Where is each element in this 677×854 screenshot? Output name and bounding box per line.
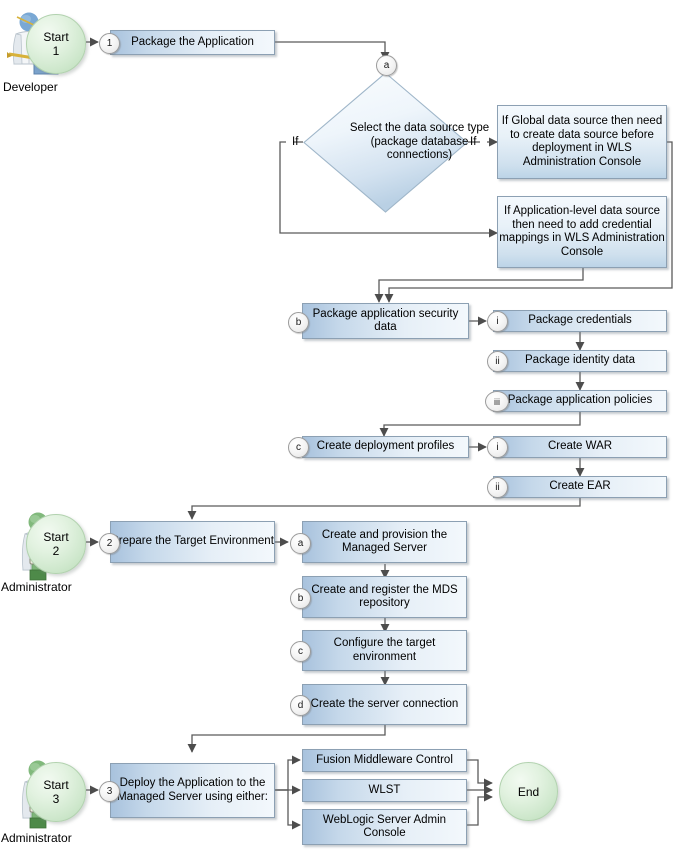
end-circle[interactable]: End [499,762,558,821]
note-global-data-source[interactable]: If Global data source then need to creat… [497,105,667,179]
profiles-sub-i-marker: i [487,437,508,458]
security-sub-ii-marker-label: ii [495,355,500,367]
start-1-circle[interactable]: Start 1 [26,14,86,74]
option-fusion-middleware-control-text: Fusion Middleware Control [316,753,453,766]
security-sub-iii-marker: iii [485,391,509,412]
security-sub-i-text: Package credentials [528,314,632,327]
step2-sub-d-marker: d [290,695,311,716]
option-weblogic-server-admin-console-text: WebLogic Server Admin Console [322,813,447,840]
start-2-label: Start [43,530,69,544]
note-global-data-source-text: If Global data source then need to creat… [501,115,663,168]
step-deploy-the-application[interactable]: Deploy the Application to the Managed Se… [110,763,275,818]
step-create-war[interactable]: Create WAR [493,436,667,458]
step-create-the-server-connection[interactable]: Create the server connection [302,684,467,725]
step-b-marker-label: b [295,316,302,328]
step2-sub-b-marker-label: b [297,592,304,604]
step-b-marker: b [288,312,309,333]
administrator-2-role-label: Administrator [1,580,72,594]
option-fusion-middleware-control[interactable]: Fusion Middleware Control [302,749,467,772]
end-label: End [517,784,540,799]
start-1-label: Start [43,30,69,44]
step-create-deployment-profiles[interactable]: Create deployment profiles [302,436,469,458]
step-package-credentials[interactable]: Package credentials [493,310,667,332]
step2-sub-b-text: Create and register the MDS repository [311,583,458,610]
security-sub-iii-text: Package application policies [507,394,653,407]
step2-sub-a-marker: a [290,533,311,554]
security-sub-ii-marker: ii [487,351,508,372]
step-1-marker: 1 [99,33,120,54]
decision-marker-label: a [383,59,390,71]
profiles-sub-ii-marker: ii [487,477,508,498]
step2-sub-d-text: Create the server connection [310,697,459,710]
step2-sub-a-text: Create and provision the Managed Server [321,528,448,555]
start-3-label: Start [43,778,69,792]
step-create-ear[interactable]: Create EAR [493,476,667,498]
profiles-sub-i-marker-label: i [496,441,499,453]
start-3-number: 3 [52,792,60,806]
option-wlst[interactable]: WLST [302,779,467,802]
developer-role-label: Developer [3,80,58,94]
note-application-level-data-source[interactable]: If Application-level data source then ne… [497,196,667,268]
step-configure-the-target-environment[interactable]: Configure the target environment [302,630,467,671]
step-3-marker-label: 3 [106,785,113,797]
start-2-circle[interactable]: Start 2 [26,514,86,574]
step2-sub-c-marker: c [290,641,311,662]
step-2-text: Prepare the Target Environment [111,535,274,548]
step-c-marker: c [288,437,309,458]
step-1-text: Package the Application [131,35,254,48]
step-3-text: Deploy the Application to the Managed Se… [117,777,268,803]
step-3-marker: 3 [99,781,120,802]
step-prepare-the-target-environment[interactable]: Prepare the Target Environment [110,521,275,563]
step2-sub-b-marker: b [290,588,311,609]
step-package-the-application[interactable]: Package the Application [110,30,275,55]
option-wlst-text: WLST [368,783,401,796]
profiles-sub-ii-text: Create EAR [549,480,611,493]
step-c-marker-label: c [296,441,301,453]
profiles-sub-ii-marker-label: ii [495,481,500,493]
step-create-and-register-mds-repository[interactable]: Create and register the MDS repository [302,576,467,618]
start-2-number: 2 [52,544,60,558]
step-1-marker-label: 1 [106,37,113,49]
step2-sub-c-text: Configure the target environment [333,637,436,663]
option-weblogic-server-admin-console[interactable]: WebLogic Server Admin Console [302,809,467,845]
branch-label-right: If [470,136,477,148]
step-create-and-provision-managed-server[interactable]: Create and provision the Managed Server [302,521,467,563]
step-package-application-policies[interactable]: Package application policies [493,390,667,412]
security-sub-ii-text: Package identity data [525,354,635,367]
decision-marker: a [376,55,397,76]
security-sub-i-marker-label: i [496,315,499,327]
security-sub-iii-marker-label: iii [494,396,500,407]
step-package-application-security-data[interactable]: Package application security data [302,303,469,339]
step2-sub-a-marker-label: a [297,537,304,549]
branch-label-left: If [292,136,299,148]
step-package-identity-data[interactable]: Package identity data [493,350,667,372]
flowchart-canvas: Start 1 Developer 1 Package the Applicat… [0,0,677,854]
profiles-sub-i-text: Create WAR [547,440,613,453]
step-2-marker-label: 2 [106,537,113,549]
step-c-text: Create deployment profiles [316,440,455,453]
administrator-3-role-label: Administrator [1,831,72,845]
step2-sub-d-marker-label: d [297,699,304,711]
note-application-level-data-source-text: If Application-level data source then ne… [499,205,665,258]
security-sub-i-marker: i [487,311,508,332]
step-b-text: Package application security data [312,307,459,334]
start-3-circle[interactable]: Start 3 [26,762,86,822]
decision-select-data-source-type[interactable]: Select the data source type (package dat… [303,72,489,213]
start-1-number: 1 [52,44,60,58]
step-2-marker: 2 [99,533,120,554]
step2-sub-c-marker-label: c [298,645,303,657]
